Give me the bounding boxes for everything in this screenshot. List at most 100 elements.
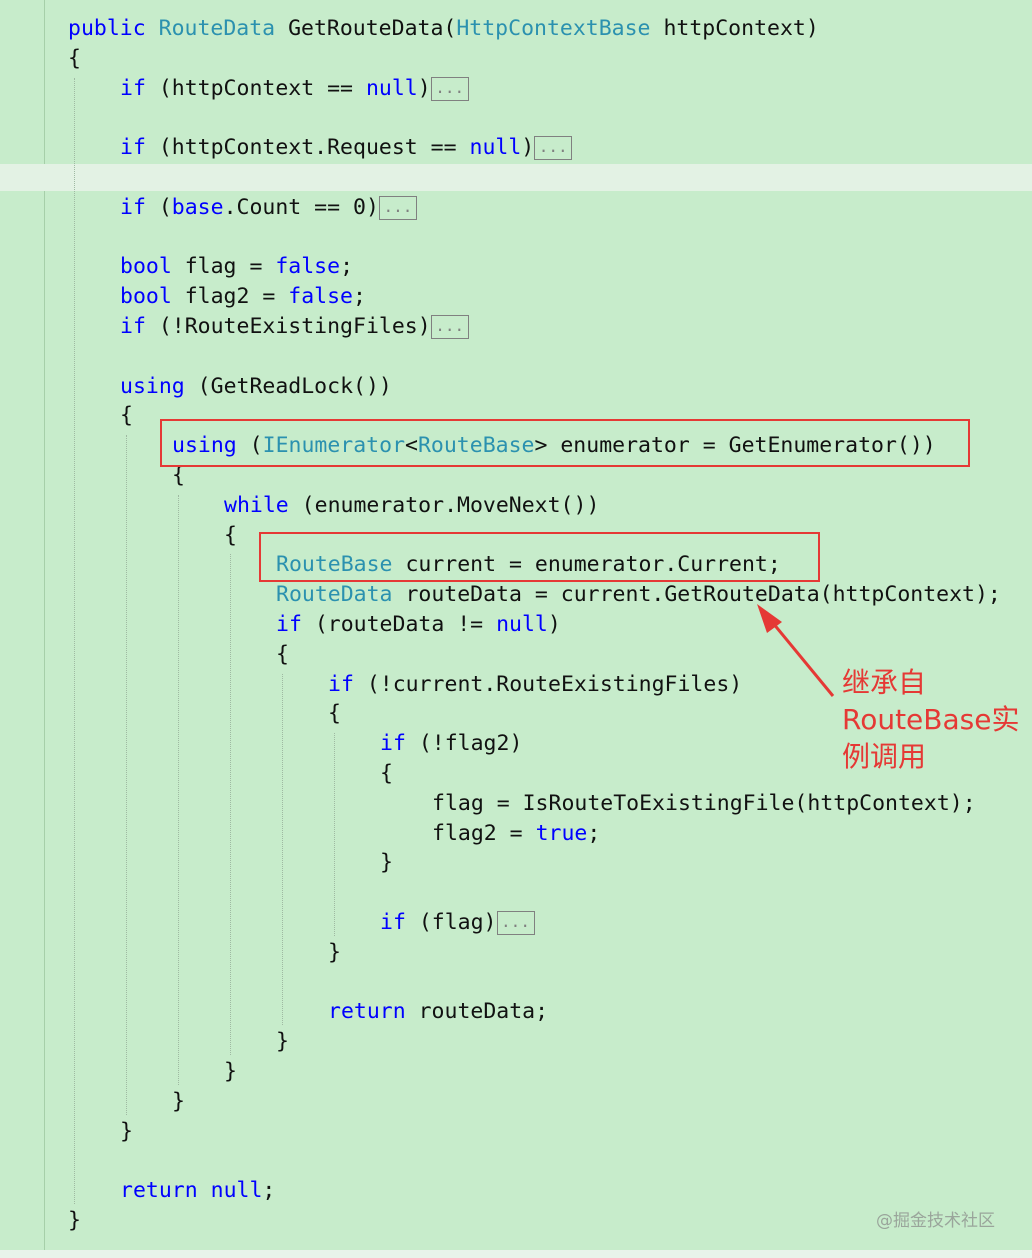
- code-keyword: if: [328, 671, 354, 697]
- code-line[interactable]: {: [276, 640, 289, 670]
- code-text: routeData;: [405, 999, 549, 1025]
- code-line[interactable]: {: [328, 699, 341, 729]
- collapsed-region-button[interactable]: ...: [534, 136, 573, 161]
- code-line[interactable]: flag = IsRouteToExistingFile(httpContext…: [432, 789, 976, 819]
- code-text: routeData = current.GetRouteData(httpCon…: [392, 582, 1001, 608]
- code-text: .Count == 0): [223, 194, 379, 220]
- code-line[interactable]: return null;: [120, 1176, 275, 1206]
- code-text: {: [328, 701, 341, 727]
- current-line-highlight: [0, 164, 1032, 191]
- code-line[interactable]: bool flag = false;: [120, 252, 353, 282]
- code-text: ): [521, 135, 535, 161]
- code-line[interactable]: if (routeData != null): [276, 610, 561, 640]
- code-text: flag =: [171, 254, 276, 280]
- code-text: ): [417, 75, 431, 101]
- code-text: (enumerator.MoveNext()): [288, 492, 600, 518]
- code-text: }: [68, 1208, 81, 1233]
- annotation-line-3: 例调用: [842, 740, 927, 773]
- code-line[interactable]: if (httpContext.Request == null)...: [120, 133, 573, 163]
- annotation-line-2: RouteBase实: [842, 703, 1020, 736]
- code-text: }: [172, 1088, 185, 1114]
- code-text: }: [224, 1059, 237, 1084]
- code-line[interactable]: public RouteData GetRouteData(HttpContex…: [68, 14, 819, 44]
- code-line[interactable]: {: [224, 521, 237, 551]
- indent-guide: [178, 494, 179, 1085]
- code-keyword: null: [210, 1178, 263, 1204]
- code-text: ): [547, 612, 561, 637]
- code-line[interactable]: bool flag2 = false;: [120, 282, 366, 312]
- code-text: (!current.RouteExistingFiles): [353, 671, 743, 697]
- highlight-box-using-enumerator: [160, 419, 970, 467]
- code-line[interactable]: RouteData routeData = current.GetRouteDa…: [276, 580, 1001, 610]
- code-text: flag = IsRouteToExistingFile(httpContext…: [432, 790, 976, 816]
- code-keyword: if: [120, 314, 146, 339]
- code-line[interactable]: if (!flag2): [380, 729, 522, 759]
- code-type: HttpContextBase: [456, 16, 651, 41]
- bottom-strip: [0, 1250, 1032, 1258]
- code-line[interactable]: }: [276, 1027, 289, 1057]
- code-text: (GetReadLock()): [184, 373, 392, 399]
- indent-guide: [74, 77, 75, 1204]
- code-line[interactable]: if (flag)...: [380, 908, 535, 938]
- code-keyword: public: [68, 16, 146, 41]
- code-editor[interactable]: public RouteData GetRouteData(HttpContex…: [0, 0, 1032, 1258]
- code-keyword: if: [120, 194, 146, 220]
- arrow-shaft: [766, 616, 835, 697]
- code-line[interactable]: if (!RouteExistingFiles)...: [120, 312, 469, 342]
- code-keyword: bool: [120, 254, 172, 280]
- code-text: ;: [587, 820, 601, 846]
- watermark: @掘金技术社区: [876, 1211, 995, 1231]
- annotation-text: 继承自 RouteBase实 例调用: [842, 664, 1019, 775]
- collapsed-region-button[interactable]: ...: [378, 195, 417, 220]
- collapsed-region-button[interactable]: ...: [430, 76, 469, 101]
- code-line[interactable]: if (!current.RouteExistingFiles): [328, 670, 742, 700]
- code-keyword: return: [328, 999, 406, 1025]
- indent-guide: [334, 733, 335, 936]
- code-keyword: false: [288, 284, 354, 310]
- code-line[interactable]: return routeData;: [328, 997, 548, 1027]
- code-text: }: [120, 1118, 133, 1144]
- code-text: (!RouteExistingFiles): [145, 314, 431, 339]
- code-line[interactable]: while (enumerator.MoveNext()): [224, 491, 599, 521]
- code-keyword: bool: [120, 284, 172, 310]
- code-text: ;: [262, 1178, 276, 1204]
- code-line[interactable]: }: [68, 1206, 81, 1236]
- collapsed-region-button[interactable]: ...: [430, 315, 469, 339]
- code-keyword: if: [380, 731, 406, 757]
- code-line[interactable]: using (GetReadLock()): [120, 372, 392, 402]
- code-keyword: false: [275, 254, 341, 280]
- indent-guide: [230, 554, 231, 1055]
- code-line[interactable]: flag2 = true;: [432, 819, 600, 849]
- code-line[interactable]: {: [380, 759, 393, 789]
- code-text: GetRouteData(: [275, 16, 457, 41]
- code-line[interactable]: {: [120, 401, 133, 431]
- code-line[interactable]: }: [172, 1087, 185, 1117]
- code-line[interactable]: if (httpContext == null)...: [120, 74, 469, 104]
- code-text: (flag): [405, 910, 497, 935]
- code-text: }: [276, 1029, 289, 1055]
- code-text: {: [224, 522, 237, 548]
- code-text: flag2 =: [171, 284, 289, 310]
- code-line[interactable]: }: [328, 938, 341, 968]
- code-text: {: [68, 45, 81, 71]
- code-text: flag2 =: [432, 820, 536, 846]
- code-text: {: [380, 761, 393, 786]
- code-text: (: [145, 194, 172, 220]
- code-text: (httpContext.Request ==: [145, 135, 470, 161]
- code-text: {: [276, 641, 289, 667]
- code-keyword: base: [171, 194, 224, 220]
- code-keyword: return: [120, 1178, 198, 1204]
- code-line[interactable]: {: [68, 44, 81, 74]
- code-line[interactable]: }: [120, 1117, 133, 1147]
- code-line[interactable]: }: [224, 1057, 237, 1087]
- code-text: (routeData !=: [301, 612, 497, 637]
- code-keyword: null: [365, 75, 418, 101]
- code-line[interactable]: if (base.Count == 0)...: [120, 193, 417, 223]
- code-text: (httpContext ==: [145, 75, 366, 101]
- collapsed-region-button[interactable]: ...: [496, 911, 535, 935]
- code-line[interactable]: }: [380, 848, 393, 878]
- code-text: ;: [353, 284, 366, 310]
- annotation-line-1: 继承自: [842, 666, 927, 699]
